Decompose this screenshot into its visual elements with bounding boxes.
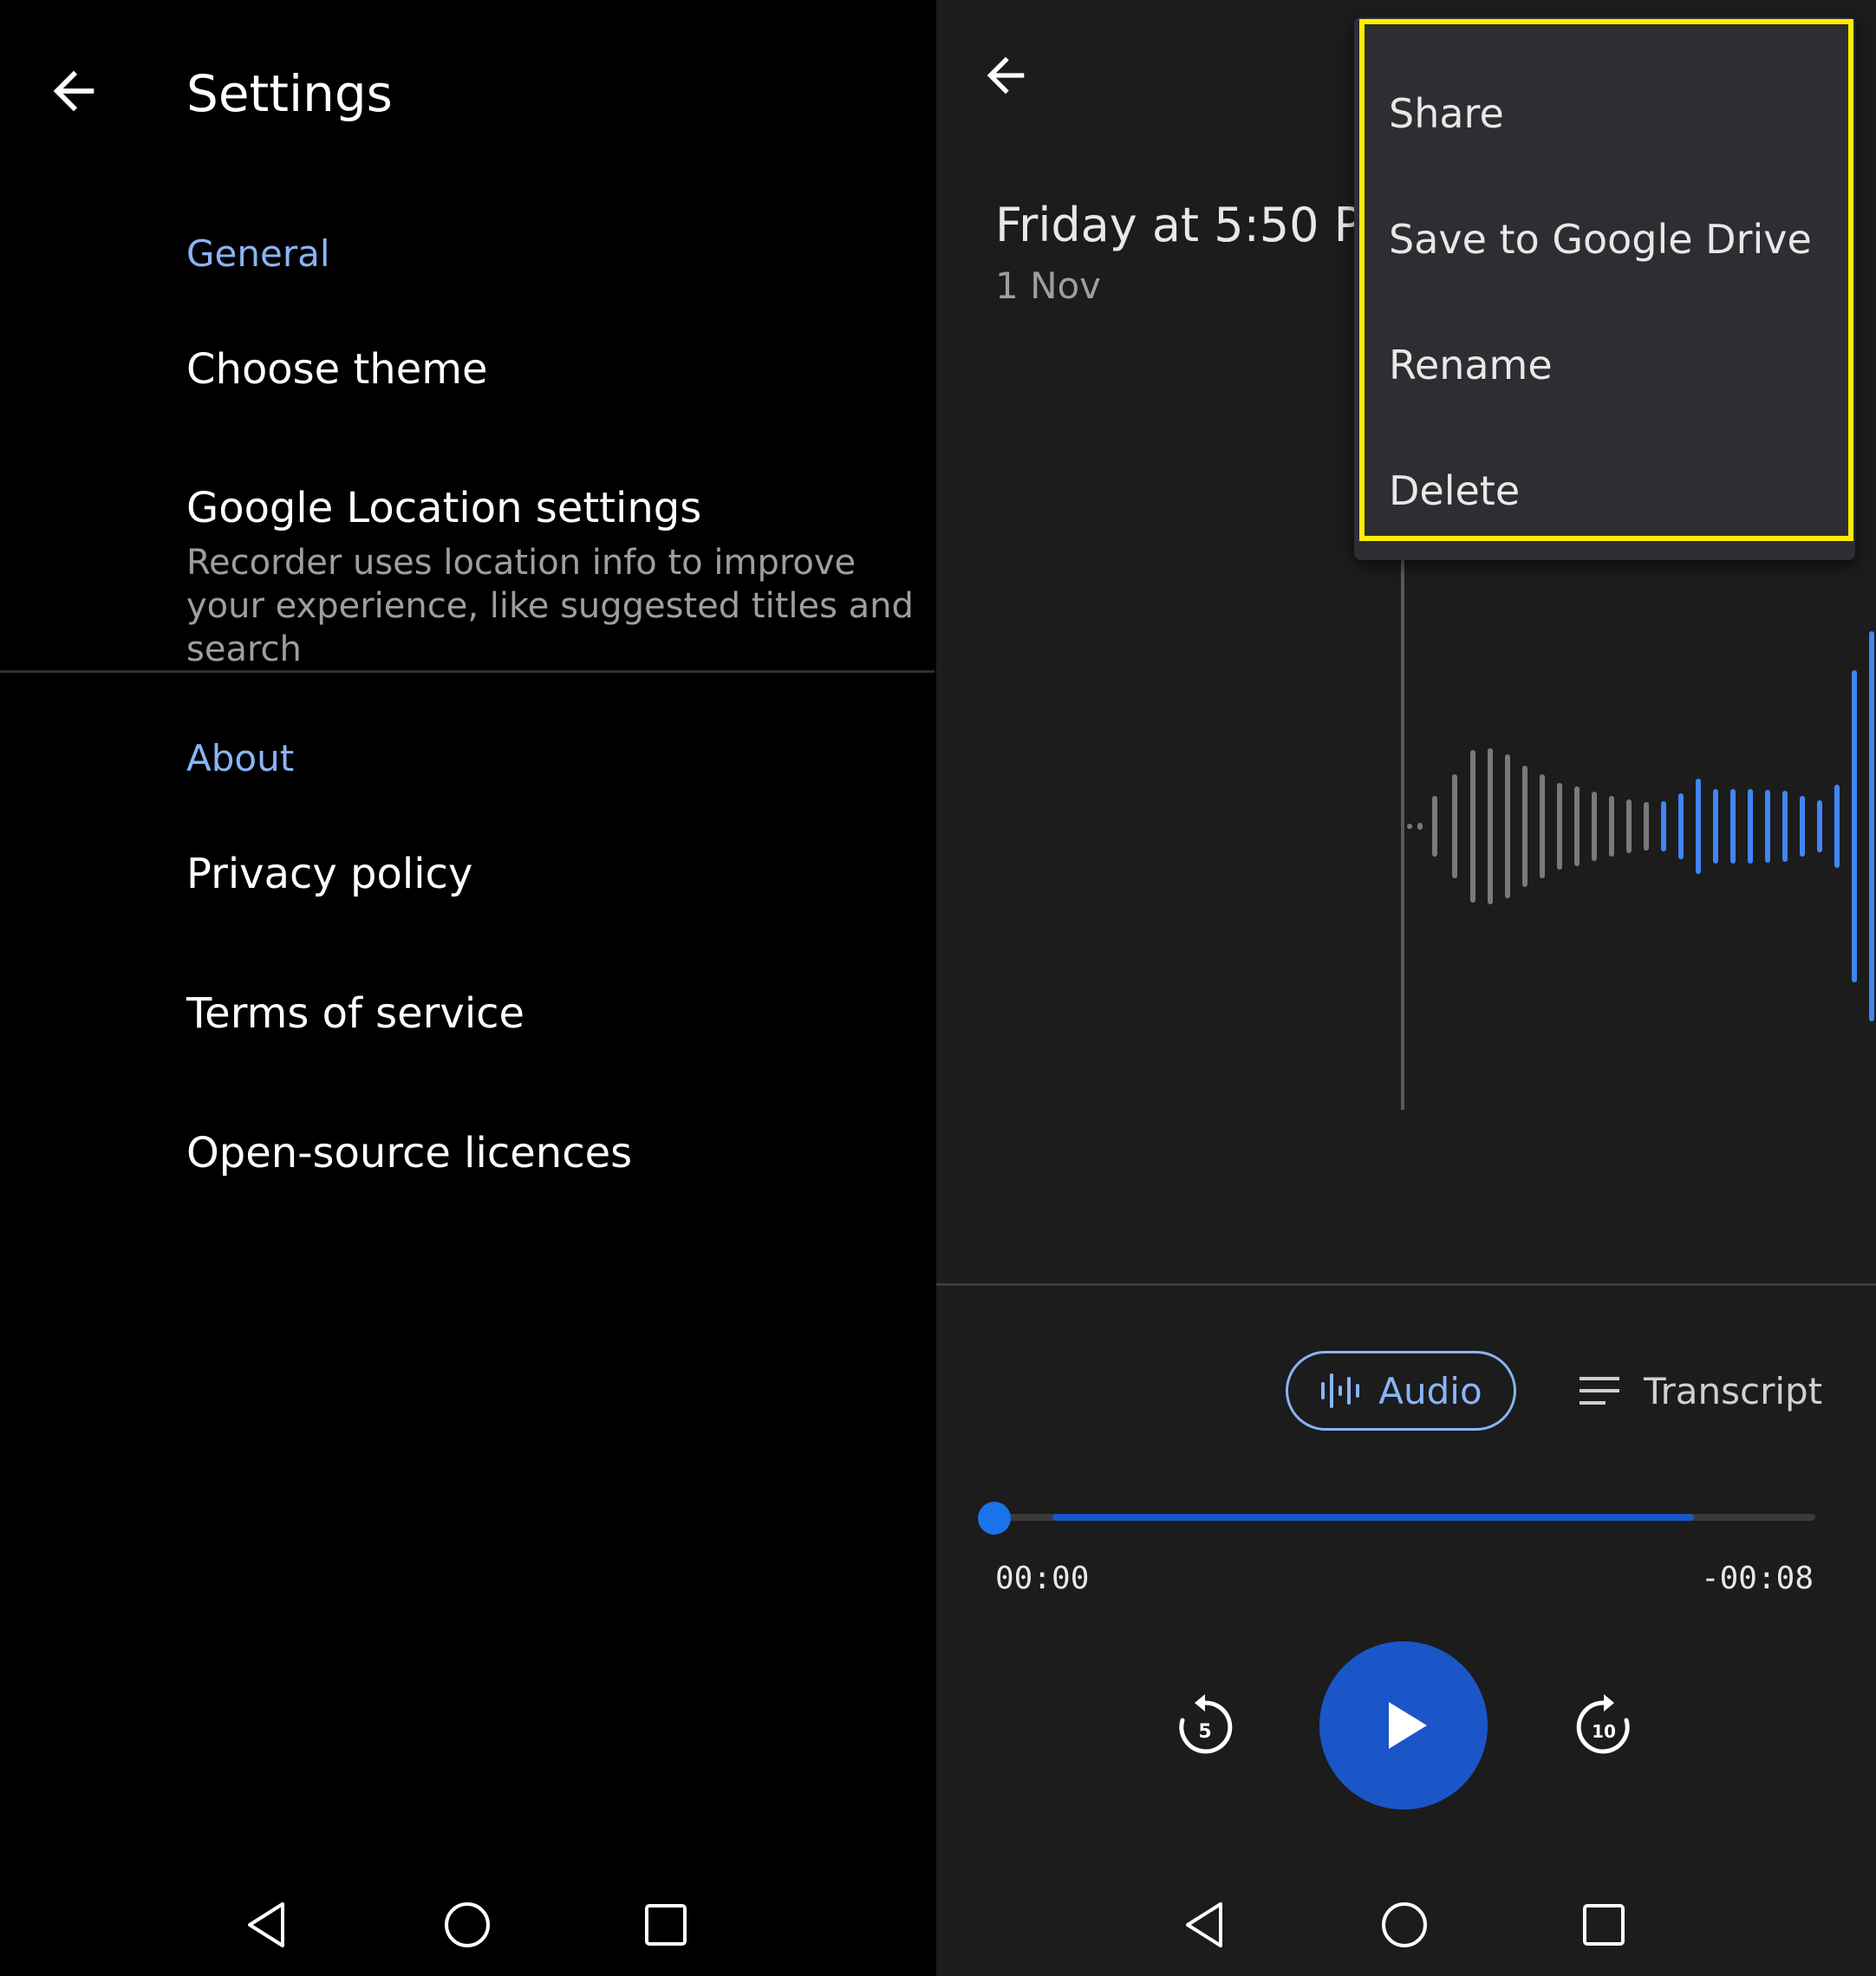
nav-recents-icon[interactable] [1578,1899,1630,1951]
nav-back-icon[interactable] [1179,1899,1231,1951]
waveform-bar [1488,748,1493,904]
setting-open-source-licences[interactable]: Open-source licences [186,1129,632,1177]
forward-10-icon[interactable]: 10 [1569,1691,1638,1760]
remaining-time: -00:08 [1700,1561,1814,1596]
waveform-bar [1609,796,1614,857]
waveform-bar [1748,789,1753,864]
menu-item-share[interactable]: Share [1389,90,1504,137]
play-button[interactable] [1319,1641,1488,1810]
nav-recents-icon[interactable] [640,1899,692,1951]
page-title: Settings [186,64,393,123]
section-header-general: General [186,232,330,275]
tab-audio-label: Audio [1378,1369,1482,1412]
waveform-bar [1470,750,1475,903]
section-header-about: About [186,737,295,779]
waveform-bar [1661,801,1666,851]
setting-google-location-description: Recorder uses location info to improve y… [186,543,914,669]
waveform-bar [1678,793,1684,859]
back-arrow-icon[interactable] [43,61,104,121]
menu-item-save-to-drive[interactable]: Save to Google Drive [1389,216,1812,263]
progress-buffer [1052,1514,1694,1521]
svg-text:10: 10 [1592,1721,1616,1742]
tab-audio[interactable]: Audio [1286,1351,1516,1431]
waveform-bar [1730,789,1736,864]
setting-choose-theme[interactable]: Choose theme [186,345,488,394]
waveform-bar [1817,800,1822,852]
waveform-bar [1765,790,1770,863]
waveform-bar [1782,791,1788,862]
tab-transcript[interactable]: Transcript [1578,1351,1822,1431]
tab-transcript-label: Transcript [1644,1369,1823,1412]
progress-thumb[interactable] [978,1502,1011,1535]
waveform-icon [1321,1373,1360,1408]
waveform-bar [1592,792,1597,861]
waveform-bar [1869,631,1874,1021]
waveform-bar [1522,766,1528,887]
waveform-bar [1574,786,1580,866]
nav-back-icon[interactable] [241,1899,293,1951]
menu-item-rename[interactable]: Rename [1389,342,1553,388]
setting-google-location[interactable]: Google Location settings [186,484,701,532]
tabs-divider [936,1283,1876,1286]
waveform-bar [1696,779,1701,874]
waveform-bar [1644,802,1649,851]
waveform-bar [1852,670,1857,982]
waveform-bar [1626,799,1632,853]
setting-privacy-policy[interactable]: Privacy policy [186,850,472,898]
waveform-bar [1557,783,1562,870]
waveform-bar [1540,774,1545,878]
waveform-bar [1834,785,1840,868]
waveform-bar [1800,796,1805,857]
nav-home-icon[interactable] [1378,1899,1430,1951]
settings-screen: Settings General Choose theme Google Loc… [0,0,935,1976]
play-icon [1389,1702,1427,1749]
waveform-bar [1452,774,1457,878]
elapsed-time: 00:00 [995,1561,1090,1596]
waveform-start-dot [1407,824,1412,829]
lines-icon [1580,1377,1619,1405]
menu-item-delete[interactable]: Delete [1389,467,1520,514]
waveform-bar [1417,823,1423,830]
section-divider [0,670,935,673]
replay-5-icon[interactable]: 5 [1170,1691,1240,1760]
svg-text:5: 5 [1198,1721,1211,1743]
waveform-bar [1713,789,1718,864]
waveform-bar [1505,754,1510,898]
overflow-menu: Share Save to Google Drive Rename Delete [1354,17,1855,560]
setting-terms-of-service[interactable]: Terms of service [186,989,524,1038]
waveform-bar [1432,796,1437,857]
nav-home-icon[interactable] [441,1899,493,1951]
